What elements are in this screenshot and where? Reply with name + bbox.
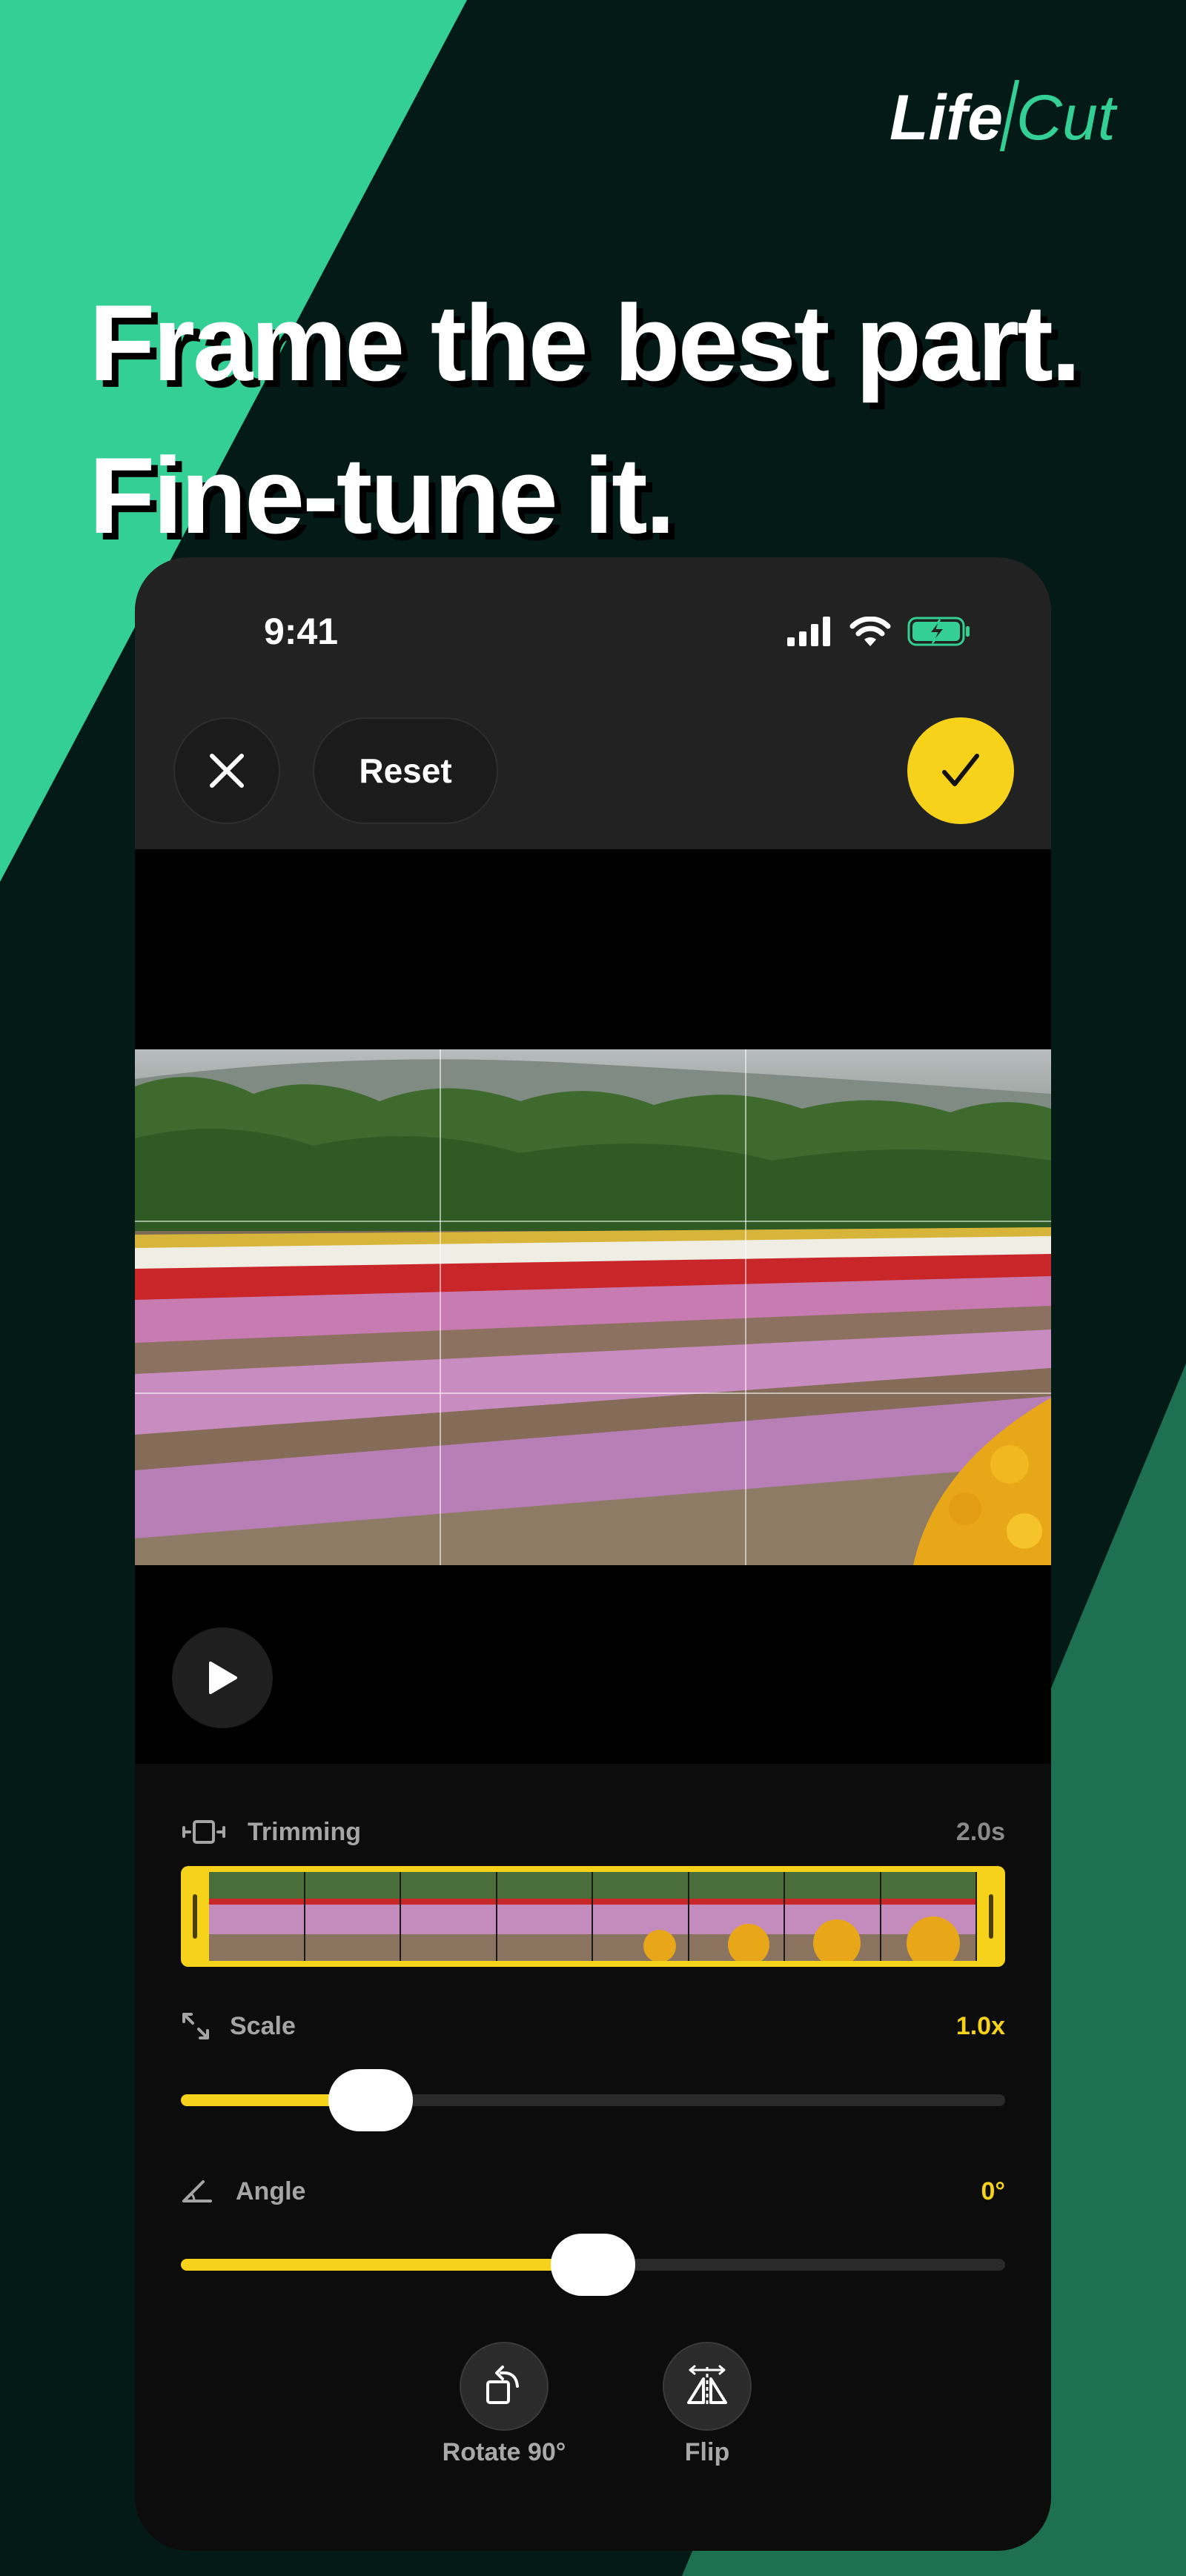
rotate-label: Rotate 90° [442, 2438, 566, 2466]
reset-button[interactable]: Reset [313, 717, 498, 824]
flip-button[interactable] [663, 2342, 752, 2431]
timeline-frame [689, 1872, 785, 1961]
angle-icon [182, 2180, 212, 2202]
crop-grid-line [135, 1221, 1051, 1222]
timeline-frame [209, 1872, 305, 1961]
angle-slider[interactable] [181, 2234, 1005, 2296]
rotate-button[interactable] [460, 2342, 549, 2431]
trim-timeline[interactable] [181, 1866, 1005, 1967]
marketing-headline: Frame the best part. Fine-tune it. [89, 267, 1081, 572]
play-button[interactable] [172, 1627, 273, 1728]
scale-value: 1.0x [955, 2012, 1005, 2040]
angle-slider-fill [181, 2259, 593, 2271]
close-button[interactable] [173, 717, 280, 824]
crop-grid-line [135, 1392, 1051, 1394]
timeline-frame [881, 1872, 977, 1961]
trimming-duration: 2.0s [955, 1818, 1005, 1846]
flip-icon [687, 2365, 727, 2406]
headline-line-1: Frame the best part. [89, 282, 1081, 403]
angle-label: Angle [236, 2177, 306, 2205]
timeline-frame [305, 1872, 401, 1961]
timeline-frame [401, 1872, 497, 1961]
angle-slider-thumb[interactable] [551, 2234, 635, 2296]
logo-cut-text: Cut [1016, 82, 1116, 153]
phone-frame: 9:41 Reset Trimming 2.0s Scale 1.0x Angl… [135, 557, 1051, 2551]
play-icon [209, 1662, 237, 1694]
crop-grid-line [745, 1049, 746, 1565]
trimming-label: Trimming [248, 1818, 362, 1846]
battery-charging-icon [907, 617, 970, 646]
headline-line-2: Fine-tune it. [89, 435, 675, 556]
status-bar-icons [787, 617, 971, 646]
wifi-icon [849, 617, 891, 646]
crop-grid-line [440, 1049, 441, 1565]
logo-life-text: Life [890, 82, 1003, 153]
status-bar-time: 9:41 [264, 611, 339, 652]
trim-end-handle[interactable] [989, 1894, 993, 1939]
scale-arrows-icon [182, 2013, 209, 2039]
rotate-icon [486, 2366, 519, 2404]
done-button[interactable] [907, 717, 1014, 824]
video-frame[interactable] [135, 1049, 1051, 1565]
cellular-signal-icon [787, 617, 830, 646]
close-icon [210, 754, 244, 788]
app-logo: Life Cut [890, 80, 1116, 155]
flower-field-image [135, 1049, 1051, 1565]
checkmark-icon [942, 754, 979, 786]
scale-label: Scale [230, 2012, 296, 2040]
video-preview-area [135, 849, 1051, 1764]
flip-label: Flip [684, 2438, 730, 2466]
trim-start-handle[interactable] [193, 1894, 197, 1939]
trim-icon [182, 1820, 225, 1844]
timeline-thumbnails [209, 1872, 977, 1961]
timeline-frame [593, 1872, 689, 1961]
angle-value: 0° [981, 2177, 1005, 2205]
timeline-frame [785, 1872, 881, 1961]
timeline-frame [497, 1872, 593, 1961]
scale-slider[interactable] [181, 2069, 1005, 2131]
scale-slider-thumb[interactable] [328, 2069, 413, 2131]
